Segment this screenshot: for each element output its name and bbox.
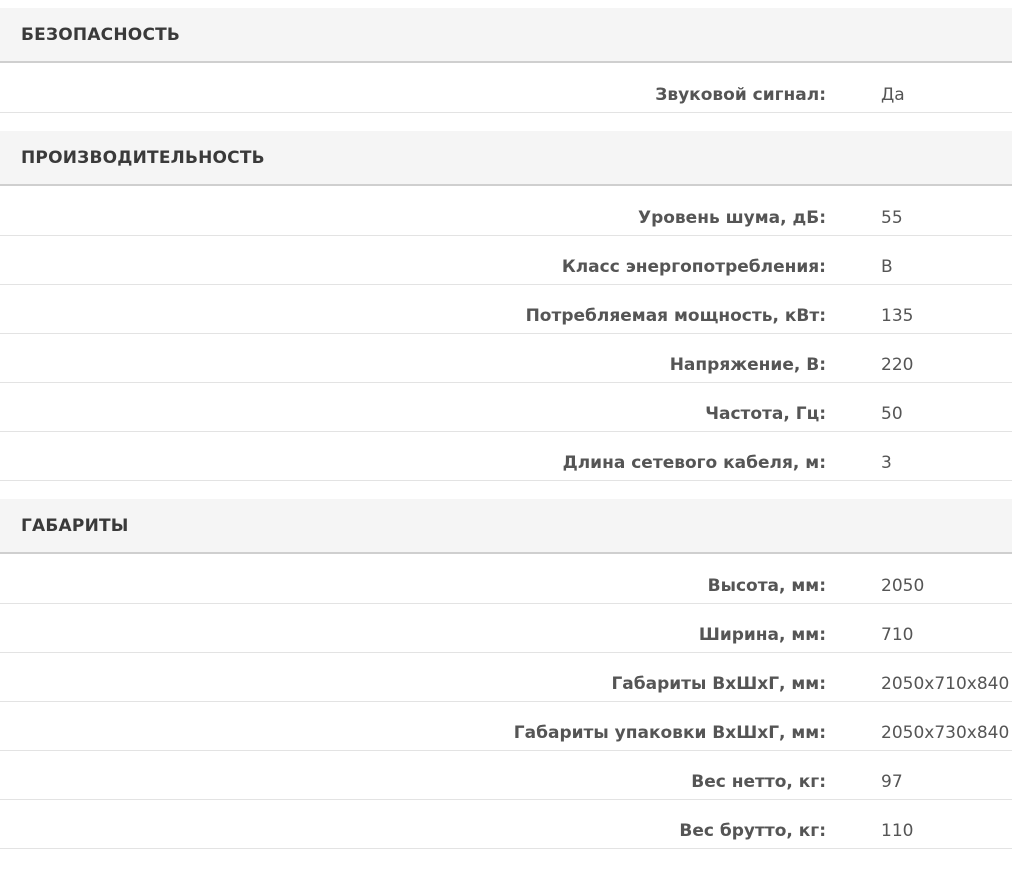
spec-row: Потребляемая мощность, кВт: 135: [0, 285, 1012, 334]
spec-value: 55: [881, 207, 903, 228]
spec-row: Вес брутто, кг: 110: [0, 800, 1012, 849]
spec-name: Напряжение, В:: [669, 355, 826, 375]
spec-name: Длина сетевого кабеля, м:: [562, 453, 826, 473]
spec-value: Да: [881, 84, 905, 105]
spec-name: Класс энергопотребления:: [561, 257, 826, 277]
section-header-performance: ПРОИЗВОДИТЕЛЬНОСТЬ: [0, 131, 1012, 186]
spec-value: 3: [881, 453, 892, 473]
spec-row: Ширина, мм: 710: [0, 604, 1012, 653]
section-header-safety: БЕЗОПАСНОСТЬ: [0, 8, 1012, 63]
spec-value: 50: [881, 404, 903, 424]
spec-row: Напряжение, В: 220: [0, 334, 1012, 383]
spec-name: Вес нетто, кг:: [691, 772, 826, 792]
spec-value: B: [881, 257, 893, 277]
spec-row: Класс энергопотребления: B: [0, 236, 1012, 285]
section-dimensions: ГАБАРИТЫ Высота, мм: 2050 Ширина, мм: 71…: [0, 499, 1012, 849]
spec-name: Вес брутто, кг:: [679, 821, 826, 841]
spec-name: Высота, мм:: [707, 575, 826, 596]
spec-name: Уровень шума, дБ:: [637, 207, 826, 228]
spec-value: 110: [881, 821, 914, 841]
spec-name: Ширина, мм:: [698, 625, 826, 645]
section-performance: ПРОИЗВОДИТЕЛЬНОСТЬ Уровень шума, дБ: 55 …: [0, 131, 1012, 481]
spec-name: Габариты упаковки ВхШхГ, мм:: [513, 723, 826, 743]
spec-name: Звуковой сигнал:: [655, 84, 826, 105]
section-safety: БЕЗОПАСНОСТЬ Звуковой сигнал: Да: [0, 8, 1012, 113]
spec-name: Частота, Гц:: [705, 404, 826, 424]
spec-value: 2050: [881, 575, 925, 596]
spec-name: Потребляемая мощность, кВт:: [525, 306, 826, 326]
spec-row: Звуковой сигнал: Да: [0, 63, 1012, 113]
spec-value: 97: [881, 772, 903, 792]
spec-row: Габариты ВхШхГ, мм: 2050x710x840: [0, 653, 1012, 702]
specifications-table: БЕЗОПАСНОСТЬ Звуковой сигнал: Да ПРОИЗВО…: [0, 8, 1012, 849]
spec-value: 2050x730x840: [881, 723, 1010, 743]
spec-row: Уровень шума, дБ: 55: [0, 186, 1012, 236]
spec-name: Габариты ВхШхГ, мм:: [611, 674, 826, 694]
spec-row: Высота, мм: 2050: [0, 554, 1012, 604]
spec-row: Длина сетевого кабеля, м: 3: [0, 432, 1012, 481]
section-header-dimensions: ГАБАРИТЫ: [0, 499, 1012, 554]
spec-value: 220: [881, 355, 914, 375]
spec-value: 2050x710x840: [881, 674, 1010, 694]
spec-value: 135: [881, 306, 914, 326]
spec-row: Габариты упаковки ВхШхГ, мм: 2050x730x84…: [0, 702, 1012, 751]
spec-value: 710: [881, 625, 914, 645]
spec-row: Частота, Гц: 50: [0, 383, 1012, 432]
spec-row: Вес нетто, кг: 97: [0, 751, 1012, 800]
